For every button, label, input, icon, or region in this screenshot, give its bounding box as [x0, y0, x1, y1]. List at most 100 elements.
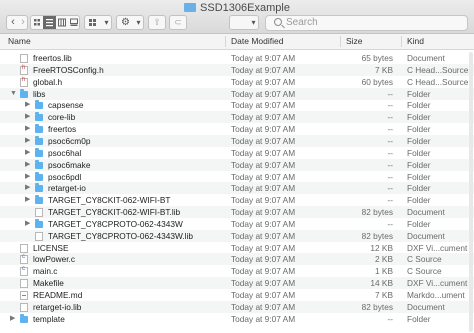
file-kind: C Source [407, 266, 442, 277]
column-header-name[interactable]: Name [8, 36, 31, 46]
file-row[interactable]: ▶ TARGET_CY8CPROTO-062-4343W Today at 9:07… [0, 218, 474, 230]
share-button[interactable]: ⇪ [148, 15, 166, 30]
disclosure-expanded-icon[interactable]: ▼ [10, 88, 17, 100]
file-row[interactable]: ▶ psoc6hal Today at 9:07 AM -- Folder [0, 147, 474, 159]
file-row[interactable]: ▶ freertos Today at 9:07 AM -- Folder [0, 123, 474, 135]
folder-icon [35, 147, 43, 157]
disclosure-collapsed-icon[interactable]: ▶ [25, 123, 30, 135]
column-divider[interactable] [340, 36, 341, 47]
file-row[interactable]: freertos.lib Today at 9:07 AM 65 bytes Docu… [0, 52, 474, 64]
file-kind: DXF Vi...cument [407, 278, 468, 289]
file-row[interactable]: FreeRTOSConfig.h Today at 9:07 AM 7 KB C He… [0, 63, 474, 76]
disclosure-collapsed-icon[interactable]: ▶ [25, 99, 30, 111]
file-row[interactable]: main.c Today at 9:07 AM 1 KB C Source [0, 265, 474, 277]
disclosure-collapsed-icon[interactable]: ▶ [25, 194, 30, 206]
file-kind: Folder [407, 112, 431, 123]
folder-icon [35, 171, 43, 181]
action-button[interactable]: ⚙ ▾ [116, 15, 144, 30]
file-kind: C Head...Source [407, 76, 469, 87]
file-size: -- [387, 159, 393, 170]
file-date-modified: Today at 9:07 AM [231, 242, 296, 253]
file-size: 12 KB [370, 242, 393, 253]
tag-button[interactable]: ⊂ [169, 15, 187, 30]
folder-icon [184, 3, 197, 12]
file-row[interactable]: ▶ retarget-io Today at 9:07 AM -- Folder [0, 182, 474, 195]
back-button[interactable]: ‹ [8, 16, 18, 29]
file-name: psoc6cm0p [48, 135, 91, 146]
gallery-view-button[interactable] [68, 16, 80, 29]
search-field[interactable]: Search [265, 15, 468, 31]
chevron-down-icon: ▾ [104, 18, 109, 27]
file-date-modified: Today at 9:07 AM [231, 53, 296, 63]
nav-buttons: ‹ › [6, 15, 28, 30]
file-size: 82 bytes [361, 207, 393, 218]
file-row[interactable]: ▶ core-lib Today at 9:07 AM -- Folder [0, 111, 474, 124]
file-date-modified: Today at 9:07 AM [231, 135, 296, 146]
file-date-modified: Today at 9:07 AM [231, 266, 296, 277]
file-row[interactable]: global.h Today at 9:07 AM 60 bytes C Head..… [0, 76, 474, 88]
markdown-file-icon [20, 291, 28, 300]
file-row[interactable]: LICENSE Today at 9:07 AM 12 KB DXF Vi...cum… [0, 242, 474, 254]
column-header-kind[interactable]: Kind [407, 36, 424, 46]
file-name: Makefile [33, 278, 64, 289]
list-icon [46, 19, 53, 27]
column-header-size[interactable]: Size [346, 36, 363, 46]
disclosure-collapsed-icon[interactable]: ▶ [25, 135, 30, 147]
title-bar: SSD1306Example ‹ › ▾ ⚙ ▾ ⇪ ⊂ ▾ Search [0, 0, 474, 34]
file-date-modified: Today at 9:07 AM [231, 230, 296, 241]
file-size: -- [387, 313, 393, 324]
list-view-button[interactable] [43, 16, 56, 29]
file-kind: Folder [407, 135, 431, 146]
file-date-modified: Today at 9:07 AM [231, 147, 296, 158]
columns-icon [58, 18, 66, 27]
disclosure-collapsed-icon[interactable]: ▶ [25, 218, 30, 230]
file-row[interactable]: ▼ libs Today at 9:07 AM -- Folder [0, 87, 474, 100]
folder-icon [35, 159, 43, 169]
folder-icon [35, 112, 43, 122]
disclosure-collapsed-icon[interactable]: ▶ [10, 313, 15, 325]
group-button[interactable]: ▾ [84, 15, 112, 30]
folder-icon [35, 195, 43, 205]
file-row[interactable]: ▶ psoc6make Today at 9:07 AM -- Folder [0, 158, 474, 171]
file-name: TARGET_CY8CPROTO-062-4343W.lib [48, 230, 193, 241]
file-size: 60 bytes [361, 76, 393, 87]
column-header-date[interactable]: Date Modified [231, 36, 283, 46]
icon-view-button[interactable] [31, 16, 43, 29]
disclosure-collapsed-icon[interactable]: ▶ [25, 159, 30, 171]
tag-icon: ⊂ [174, 17, 182, 27]
file-row[interactable]: retarget-io.lib Today at 9:07 AM 82 bytes D… [0, 300, 474, 313]
file-row[interactable]: ▶ TARGET_CY8CKIT-062-WIFI-BT Today at 9:07… [0, 194, 474, 206]
disclosure-collapsed-icon[interactable]: ▶ [25, 182, 30, 194]
file-kind: Folder [407, 218, 431, 229]
column-view-button[interactable] [56, 16, 68, 29]
window-title: SSD1306Example [0, 2, 474, 14]
file-name: README.md [33, 290, 83, 300]
file-row[interactable]: ▶ template Today at 9:07 AM -- Folder [0, 313, 474, 325]
file-row[interactable]: ▶ psoc6cm0p Today at 9:07 AM -- Folder [0, 134, 474, 147]
file-name: psoc6hal [48, 147, 82, 158]
forward-button[interactable]: › [18, 16, 28, 29]
file-row[interactable]: Makefile Today at 9:07 AM 14 KB DXF Vi...cu… [0, 277, 474, 290]
disclosure-collapsed-icon[interactable]: ▶ [25, 147, 30, 159]
file-size: -- [387, 112, 393, 123]
disclosure-collapsed-icon[interactable]: ▶ [25, 171, 30, 183]
folder-icon [35, 183, 43, 193]
path-dropdown[interactable]: ▾ [229, 15, 259, 30]
column-divider[interactable] [225, 36, 226, 47]
file-date-modified: Today at 9:07 AM [231, 88, 296, 99]
file-date-modified: Today at 9:07 AM [231, 124, 296, 135]
file-row[interactable]: ▶ capsense Today at 9:07 AM -- Folder [0, 99, 474, 111]
file-row[interactable]: TARGET_CY8CKIT-062-WIFI-BT.lib Today at 9… [0, 206, 474, 219]
file-kind: Folder [407, 147, 431, 158]
file-kind: Folder [407, 195, 431, 206]
file-row[interactable]: TARGET_CY8CPROTO-062-4343W.lib Today at 9… [0, 229, 474, 242]
file-row[interactable]: README.md Today at 9:07 AM 7 KB Markdo...um… [0, 289, 474, 301]
file-row[interactable]: lowPower.c Today at 9:07 AM 2 KB C Source [0, 253, 474, 266]
file-kind: Document [407, 53, 445, 63]
file-row[interactable]: ▶ psoc6pdl Today at 9:07 AM -- Folder [0, 171, 474, 183]
column-divider[interactable] [401, 36, 402, 47]
column-header: Name Date Modified Size Kind [0, 34, 474, 50]
scrollbar[interactable] [469, 52, 473, 332]
file-kind: Document [407, 301, 445, 312]
disclosure-collapsed-icon[interactable]: ▶ [25, 111, 30, 123]
